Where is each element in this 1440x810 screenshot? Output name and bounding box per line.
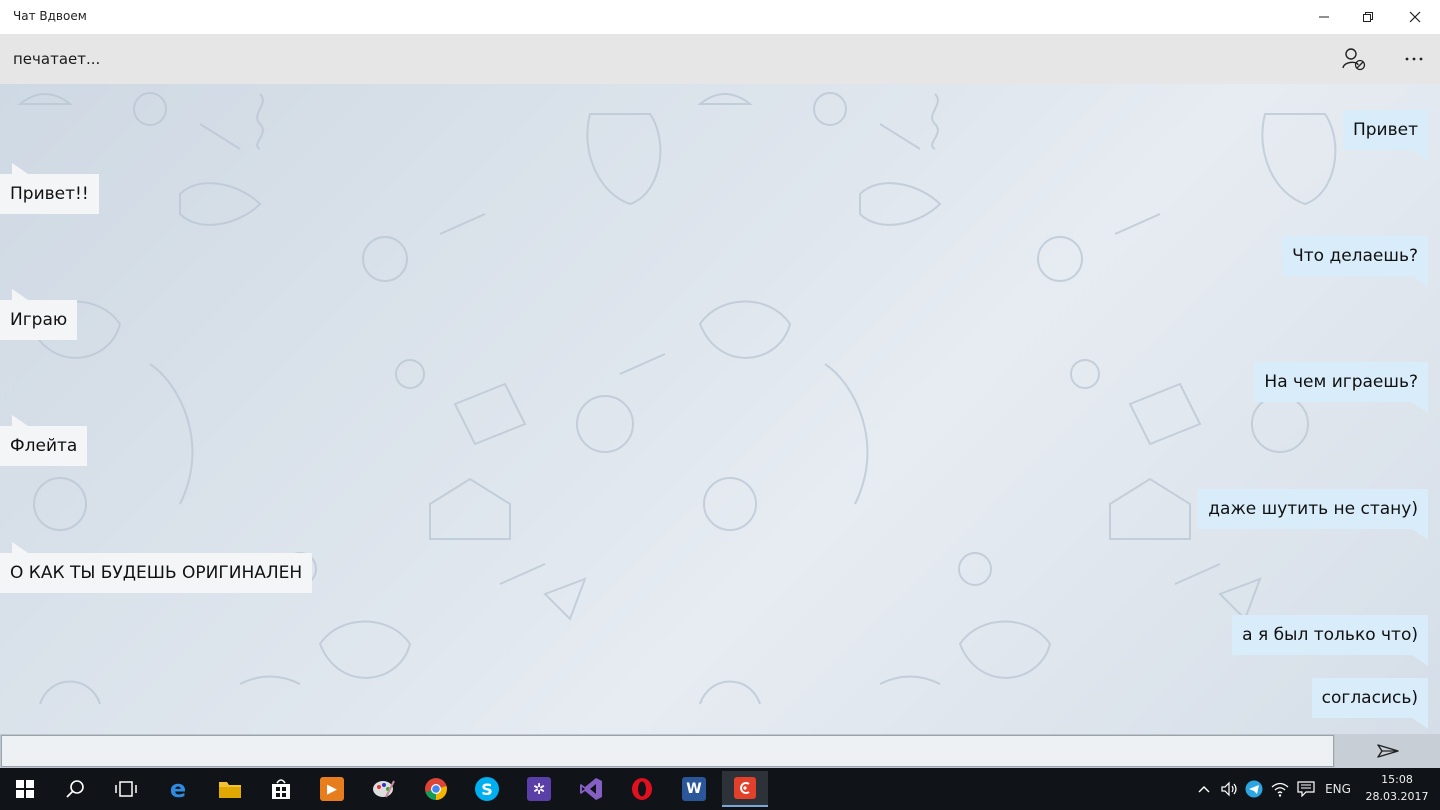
telegram-icon bbox=[1245, 780, 1263, 798]
taskbar-app-chat[interactable] bbox=[722, 771, 768, 807]
taskbar-app-file-explorer[interactable] bbox=[207, 771, 253, 807]
bubble-tail bbox=[12, 415, 28, 426]
taskbar-app-settings-tool[interactable]: ✲ bbox=[516, 771, 562, 807]
search-button[interactable] bbox=[52, 771, 98, 807]
block-user-button[interactable] bbox=[1336, 43, 1372, 75]
title-bar: Чат Вдвоем bbox=[0, 0, 1440, 34]
language-label: ENG bbox=[1325, 782, 1351, 796]
chrome-icon bbox=[425, 778, 447, 800]
compose-bar bbox=[0, 734, 1440, 768]
message-outgoing: На чем играешь? bbox=[1254, 362, 1428, 402]
start-button[interactable] bbox=[2, 771, 48, 807]
taskbar-app-paint[interactable] bbox=[361, 771, 407, 807]
paint-icon bbox=[373, 780, 395, 798]
taskbar-app-media-player[interactable]: ▶ bbox=[309, 771, 355, 807]
close-button[interactable] bbox=[1392, 0, 1438, 34]
word-icon: W bbox=[682, 777, 706, 801]
close-icon bbox=[1409, 11, 1421, 23]
user-block-icon bbox=[1342, 48, 1366, 71]
skype-icon: S bbox=[475, 777, 499, 801]
taskbar-app-opera[interactable] bbox=[619, 771, 665, 807]
restore-icon bbox=[1363, 12, 1373, 22]
network-button[interactable] bbox=[1268, 768, 1292, 810]
bubble-tail bbox=[12, 542, 28, 553]
message-input[interactable] bbox=[1, 735, 1334, 767]
more-icon bbox=[1405, 57, 1423, 61]
message-outgoing: а я был только что) bbox=[1232, 615, 1428, 655]
typing-status: печатает... bbox=[13, 50, 101, 68]
message-incoming: Привет!! bbox=[0, 174, 99, 214]
message-outgoing: даже шутить не стану) bbox=[1198, 489, 1428, 529]
chat-area[interactable]: Привет Привет!! Что делаешь? Играю На че… bbox=[0, 84, 1440, 734]
more-options-button[interactable] bbox=[1396, 43, 1432, 75]
message-incoming: Играю bbox=[0, 300, 78, 340]
bubble-tail bbox=[1412, 529, 1428, 540]
chevron-up-icon bbox=[1198, 786, 1210, 793]
opera-icon bbox=[632, 778, 652, 800]
windows-logo-icon bbox=[16, 780, 34, 798]
bubble-tail bbox=[1412, 402, 1428, 413]
input-language-button[interactable]: ENG bbox=[1320, 768, 1356, 810]
taskbar-app-visual-studio[interactable] bbox=[568, 771, 614, 807]
message-incoming: Флейта bbox=[0, 426, 88, 466]
action-center-button[interactable] bbox=[1294, 768, 1318, 810]
restore-button[interactable] bbox=[1345, 0, 1391, 34]
clock[interactable]: 15:08 28.03.2017 bbox=[1362, 771, 1432, 805]
task-view-icon bbox=[115, 781, 137, 797]
show-hidden-icons-button[interactable] bbox=[1194, 768, 1214, 810]
message-incoming: О КАК ТЫ БУДЕШЬ ОРИГИНАЛЕН bbox=[0, 553, 313, 593]
message-outgoing: согласись) bbox=[1311, 678, 1428, 718]
wifi-icon bbox=[1271, 782, 1289, 797]
media-player-icon: ▶ bbox=[320, 777, 344, 801]
telegram-tray-button[interactable] bbox=[1243, 768, 1265, 810]
taskbar-app-word[interactable]: W bbox=[671, 771, 717, 807]
gear-icon: ✲ bbox=[527, 777, 551, 801]
taskbar-app-skype[interactable]: S bbox=[464, 771, 510, 807]
clock-time: 15:08 bbox=[1381, 773, 1413, 786]
speaker-icon bbox=[1221, 781, 1237, 797]
bubble-tail bbox=[12, 289, 28, 300]
store-icon bbox=[272, 779, 290, 799]
message-outgoing: Что делаешь? bbox=[1282, 236, 1428, 276]
background-pattern bbox=[17, 92, 1337, 705]
taskbar-app-edge[interactable]: e bbox=[155, 771, 201, 807]
bubble-tail bbox=[1412, 276, 1428, 287]
bubble-tail bbox=[1412, 655, 1428, 666]
window-title: Чат Вдвоем bbox=[13, 9, 87, 23]
visual-studio-icon bbox=[580, 778, 602, 800]
bubble-tail bbox=[1412, 150, 1428, 161]
chat-header: печатает... bbox=[0, 34, 1440, 84]
volume-button[interactable] bbox=[1218, 768, 1240, 810]
taskbar: e ▶ S ✲ W ENG 15:08 28.03.2017 bbox=[0, 768, 1440, 810]
clock-date: 28.03.2017 bbox=[1365, 790, 1429, 803]
task-view-button[interactable] bbox=[103, 771, 149, 807]
search-icon bbox=[66, 780, 84, 798]
send-button[interactable] bbox=[1335, 734, 1440, 768]
send-icon bbox=[1376, 744, 1399, 758]
bubble-tail bbox=[1412, 718, 1428, 729]
edge-icon: e bbox=[169, 775, 187, 803]
notification-icon bbox=[1297, 781, 1315, 797]
folder-icon bbox=[219, 782, 241, 798]
taskbar-app-chrome[interactable] bbox=[413, 771, 459, 807]
message-outgoing: Привет bbox=[1342, 110, 1428, 150]
taskbar-app-store[interactable] bbox=[258, 771, 304, 807]
minimize-button[interactable] bbox=[1301, 0, 1347, 34]
minimize-icon bbox=[1319, 16, 1329, 18]
bubble-tail bbox=[12, 163, 28, 174]
chat-app-icon bbox=[734, 777, 756, 799]
